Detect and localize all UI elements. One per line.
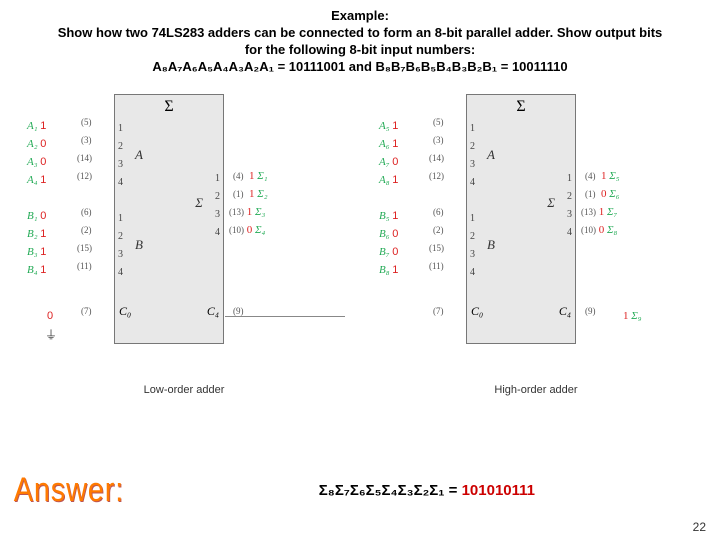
heading-line1: Show how two 74LS283 adders can be conne… — [50, 25, 670, 59]
low-chip: Σ 1 2 3 4 1 2 3 4 1 2 3 4 A B Σ C₀ C₄ — [114, 94, 224, 344]
high-order-adder: Σ 1 2 3 4 1 2 3 4 1 2 3 4 A B Σ C₀ C₄ A₅… — [371, 84, 701, 404]
page-number: 22 — [693, 520, 706, 534]
sigma-icon: Σ — [467, 98, 575, 116]
answer-text: Σ₈Σ₇Σ₆Σ₅Σ₄Σ₃Σ₂Σ₁ = 101010111 — [134, 482, 720, 499]
answer-wordart: Answer: — [14, 471, 124, 510]
ground-icon: ⏚ — [45, 326, 57, 343]
diagram-row: Σ 1 2 3 4 1 2 3 4 1 2 3 4 A B Σ C₀ C₄ A₁… — [0, 80, 720, 404]
c0-label: C₀ — [119, 304, 131, 319]
carry-wire — [225, 316, 345, 317]
high-chip: Σ 1 2 3 4 1 2 3 4 1 2 3 4 A B Σ C₀ C₄ — [466, 94, 576, 344]
a1-label: A₁ 1 — [27, 120, 46, 132]
answer-row: Answer: Σ₈Σ₇Σ₆Σ₅Σ₄Σ₃Σ₂Σ₁ = 101010111 — [0, 471, 720, 510]
example-heading: Example: Show how two 74LS283 adders can… — [0, 0, 720, 80]
heading-line2: A₈A₇A₆A₅A₄A₃A₂A₁ = 10111001 and B₈B₇B₆B₅… — [50, 59, 670, 76]
low-order-adder: Σ 1 2 3 4 1 2 3 4 1 2 3 4 A B Σ C₀ C₄ A₁… — [19, 84, 349, 404]
sigma-icon: Σ — [115, 98, 223, 116]
high-caption: High-order adder — [371, 384, 701, 396]
c4-label: C₄ — [207, 304, 219, 319]
heading-title: Example: — [50, 8, 670, 25]
low-caption: Low-order adder — [19, 384, 349, 396]
